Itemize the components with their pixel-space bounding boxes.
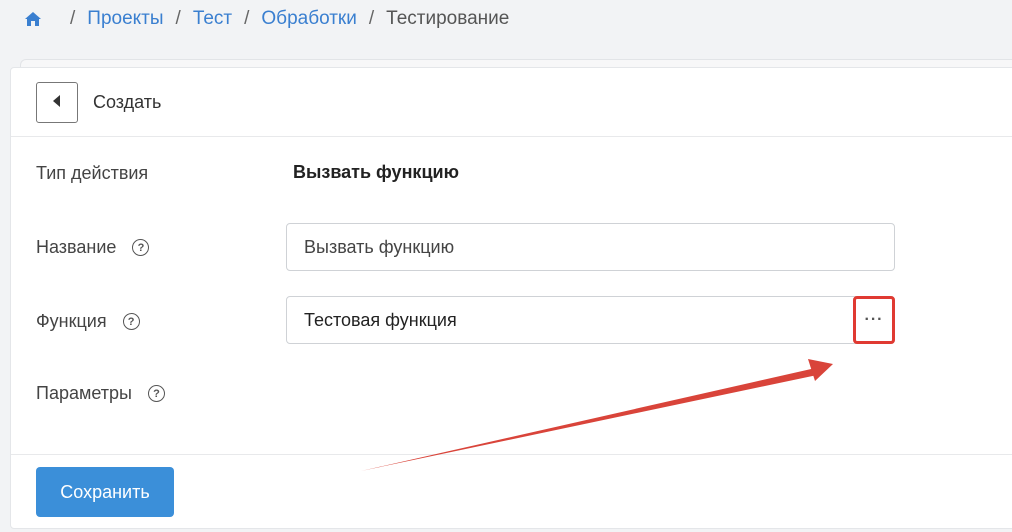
breadcrumb-link-projects[interactable]: Проекты bbox=[87, 8, 163, 30]
footer-divider bbox=[11, 454, 1012, 455]
home-icon[interactable] bbox=[24, 10, 42, 28]
breadcrumb-separator: / bbox=[368, 8, 375, 29]
help-icon[interactable]: ? bbox=[122, 313, 140, 330]
action-type-label: Тип действия bbox=[36, 163, 149, 183]
breadcrumb: / Проекты / Тест / Обработки / Тестирова… bbox=[24, 6, 509, 32]
breadcrumb-separator: / bbox=[244, 8, 250, 29]
params-label: Параметры ? bbox=[36, 383, 165, 404]
function-input[interactable]: Тестовая функция ··· bbox=[286, 296, 895, 344]
breadcrumb-separator: / bbox=[70, 8, 76, 29]
function-label: Функция ? bbox=[36, 311, 140, 332]
caret-left-icon bbox=[52, 95, 62, 110]
card-header: Создать bbox=[11, 68, 1012, 137]
breadcrumb-current: Тестирование bbox=[386, 8, 510, 29]
help-icon[interactable]: ? bbox=[132, 239, 150, 256]
breadcrumb-separator: / bbox=[175, 8, 181, 29]
action-type-value: Вызвать функцию bbox=[293, 162, 459, 182]
page-title: Создать bbox=[93, 92, 162, 112]
save-button[interactable]: Сохранить bbox=[36, 467, 174, 517]
back-button[interactable] bbox=[36, 82, 78, 123]
form-card: Создать Тип действия Вызвать функцию Наз… bbox=[10, 67, 1012, 529]
function-picker-button[interactable]: ··· bbox=[853, 296, 895, 344]
breadcrumb-link-test[interactable]: Тест bbox=[193, 8, 232, 30]
breadcrumb-link-processing[interactable]: Обработки bbox=[261, 8, 356, 30]
name-input[interactable]: Вызвать функцию bbox=[286, 223, 895, 271]
help-icon[interactable]: ? bbox=[147, 385, 165, 402]
name-label: Название ? bbox=[36, 237, 150, 258]
